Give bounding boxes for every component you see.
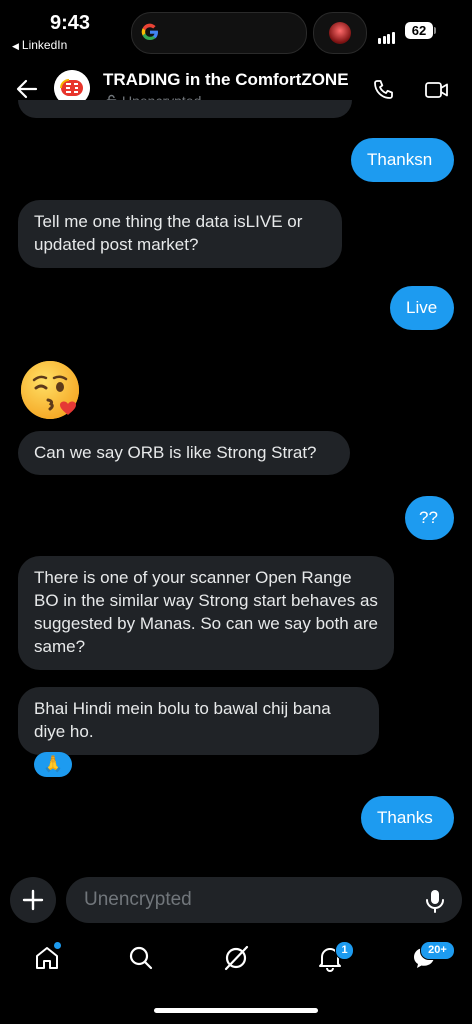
message-outgoing[interactable]: Live [390, 286, 454, 330]
status-bar: 9:43 ◀ LinkedIn 62 [0, 0, 472, 62]
status-time: 9:43 [50, 12, 91, 34]
message-composer [0, 872, 472, 930]
cellular-signal-icon [378, 26, 396, 44]
screen-recording-pill[interactable] [313, 12, 367, 54]
home-unread-dot [54, 942, 61, 949]
message-input[interactable] [66, 877, 462, 923]
phone-icon[interactable] [372, 78, 396, 102]
plus-icon [22, 889, 44, 911]
message-incoming[interactable]: Can we say ORB is like Strong Strat? [18, 431, 350, 475]
recording-icon [329, 22, 351, 44]
message-outgoing[interactable]: Thanks [361, 796, 454, 840]
previous-message-bubble [18, 100, 352, 118]
message-incoming[interactable]: Bhai Hindi mein bolu to bawal chij bana … [18, 687, 379, 755]
microphone-icon[interactable] [424, 888, 446, 914]
battery-nub [434, 27, 436, 34]
notifications-badge: 1 [335, 941, 354, 960]
search-icon[interactable] [127, 944, 155, 972]
home-indicator [154, 1008, 318, 1013]
message-incoming[interactable]: There is one of your scanner Open Range … [18, 556, 394, 670]
google-icon [141, 23, 158, 41]
google-search-pill[interactable] [131, 12, 307, 54]
message-outgoing[interactable]: ?? [405, 496, 454, 540]
chat-title[interactable]: TRADING in the ComfortZONE [103, 70, 349, 90]
back-app-label: LinkedIn [21, 38, 68, 52]
kissing-face-emoji-message[interactable] [20, 358, 84, 422]
battery-indicator: 62 [405, 22, 433, 39]
back-to-app-link[interactable]: ◀ LinkedIn [12, 38, 67, 52]
attach-button[interactable] [10, 877, 56, 923]
reaction-badge[interactable]: 🙏 [34, 752, 72, 777]
grok-icon[interactable] [222, 944, 250, 972]
message-incoming[interactable]: Tell me one thing the data isLIVE or upd… [18, 200, 342, 268]
messages-badge: 20+ [420, 941, 455, 960]
back-arrow-icon[interactable] [14, 76, 40, 102]
message-outgoing[interactable]: Thanksn [351, 138, 454, 182]
back-triangle-icon: ◀ [12, 41, 19, 51]
video-call-icon[interactable] [424, 78, 450, 102]
